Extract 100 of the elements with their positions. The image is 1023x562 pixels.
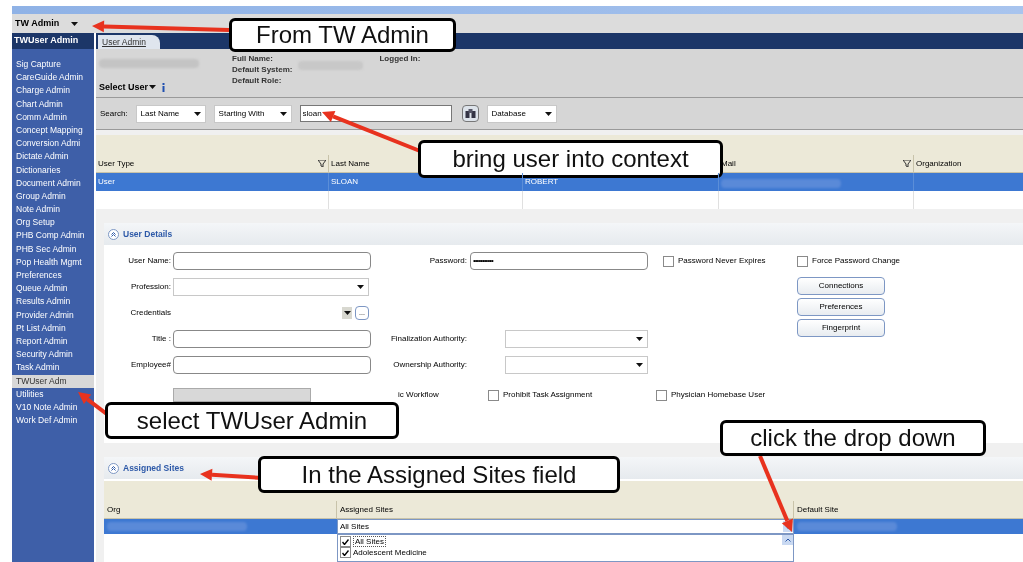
input-field[interactable] [173, 252, 371, 270]
sidebar-item[interactable]: Report Admin [12, 334, 94, 349]
caret-icon [544, 111, 552, 116]
sidebar-item[interactable]: CareGuide Admin [12, 71, 94, 85]
binoculars-icon [464, 109, 476, 118]
chevron-up-icon [784, 538, 791, 542]
checkbox-label: Password Never Expires [678, 255, 766, 267]
sidebar-item[interactable]: V10 Note Admin [12, 400, 94, 415]
sidebar-item[interactable]: Charge Admin [12, 84, 94, 98]
action-button[interactable]: Connections [797, 277, 885, 295]
sidebar-item[interactable]: Sig Capture [12, 58, 94, 72]
field-label: Password: [428, 255, 468, 267]
binoculars-button[interactable] [461, 105, 479, 122]
sidebar-item[interactable]: Dictate Admin [12, 150, 94, 164]
sidebar-item[interactable]: Utilities [12, 387, 94, 401]
callout-label: bring user into context [418, 140, 723, 178]
search-label: Search: [100, 107, 128, 120]
sidebar-item[interactable]: Work Def Admin [12, 414, 94, 428]
sidebar-item[interactable]: Pop Health Mgmt [12, 255, 94, 269]
checkbox-label: Force Password Change [812, 255, 901, 267]
caret-icon [636, 363, 643, 367]
checkbox[interactable] [663, 255, 674, 267]
column-header: Assigned Sites [340, 505, 393, 514]
sidebar-item[interactable]: Chart Admin [12, 97, 94, 111]
match-dropdown[interactable]: Starting With [213, 104, 292, 123]
sidebar-item[interactable]: Security Admin [12, 348, 94, 362]
checkbox[interactable] [488, 389, 499, 401]
action-button[interactable]: Preferences [797, 298, 885, 316]
admin-menu-button[interactable]: TW Admin [15, 16, 79, 31]
sidebar-item[interactable]: Task Admin [12, 361, 94, 375]
checkbox[interactable] [656, 389, 667, 401]
input-field[interactable] [173, 356, 371, 374]
column-header: User Type [98, 157, 135, 170]
checkbox[interactable] [340, 547, 351, 558]
field-label: Employee# [129, 359, 172, 371]
callout-label: In the Assigned Sites field [258, 456, 620, 493]
sidebar-item[interactable]: Concept Mapping [12, 123, 94, 138]
chevron-up-icon [111, 465, 116, 471]
column-header: Organization [916, 157, 962, 170]
callout-label: click the drop down [720, 420, 986, 456]
sidebar-item[interactable]: Provider Admin [12, 308, 94, 322]
info-icon [161, 82, 167, 92]
caret-icon [357, 285, 364, 289]
field-label: Finalization Authority: [389, 333, 468, 345]
caret-icon [279, 111, 287, 116]
sidebar-item[interactable]: Dictionaries [12, 163, 94, 177]
password-field[interactable]: ••••••••••• [470, 252, 648, 270]
sidebar-item[interactable]: Pt List Admin [12, 321, 94, 335]
callout-label: select TWUser Admin [105, 402, 399, 439]
sidebar-item[interactable]: TWUser Adm [12, 374, 94, 388]
dropdown-button[interactable] [342, 307, 352, 319]
field-label: Default Role: [232, 75, 283, 86]
search-field-dropdown[interactable]: Last Name [135, 104, 206, 123]
checkbox[interactable] [797, 255, 808, 267]
filter-icon [318, 160, 326, 167]
column-header: Default Site [797, 505, 839, 514]
sidebar-item[interactable]: PHB Sec Admin [12, 242, 94, 256]
field-label: Default System: [232, 64, 293, 75]
source-dropdown[interactable]: Database [486, 104, 557, 123]
sidebar-item[interactable]: Queue Admin [12, 282, 94, 296]
field-label: ic Workflow [398, 389, 440, 401]
field-label: Title : [150, 333, 172, 345]
sidebar-item[interactable]: Results Admin [12, 295, 94, 309]
field-label: Logged In: [379, 53, 421, 65]
field-label: Credentials [129, 307, 172, 319]
action-button[interactable]: Fingerprint [797, 319, 885, 337]
caret-icon [149, 85, 157, 90]
sidebar-item[interactable]: Preferences [12, 269, 94, 283]
field-label: Profession: [129, 281, 172, 293]
column-header: Last Name [331, 157, 370, 170]
sites-dropdown[interactable]: All Sites [337, 519, 794, 534]
sidebar-item[interactable]: Conversion Admi [12, 137, 94, 151]
sidebar-item[interactable]: Note Admin [12, 203, 94, 217]
collapse-button[interactable] [108, 228, 119, 240]
list-option[interactable]: Adolescent Medicine [338, 547, 782, 558]
sidebar-item[interactable]: PHB Comp Admin [12, 229, 94, 243]
caret-icon [71, 21, 79, 26]
select-user-button[interactable]: Select User [99, 80, 157, 94]
tab[interactable]: User Admin [98, 35, 160, 49]
checkbox-label: Physician Homebase User [671, 389, 766, 401]
checkbox[interactable] [340, 536, 351, 547]
sidebar-item[interactable]: Comm Admin [12, 110, 94, 124]
collapse-button[interactable] [108, 462, 119, 474]
sidebar-item[interactable]: Group Admin [12, 189, 94, 204]
column-header: Org [107, 505, 121, 514]
sidebar-item[interactable]: Org Setup [12, 216, 94, 230]
input-field[interactable] [173, 330, 371, 348]
caret-icon [343, 311, 351, 315]
list-option[interactable]: All Sites [338, 536, 782, 547]
field-label: Full Name: [232, 53, 274, 64]
table-row[interactable]: All Sites [104, 519, 1023, 534]
checkbox-label: Prohibit Task Assignment [503, 389, 593, 401]
scroll-up-button[interactable] [782, 535, 793, 545]
field-label: User Name: [127, 255, 172, 267]
sidebar-item[interactable]: Document Admin [12, 176, 94, 190]
caret-icon [193, 111, 201, 116]
section-title: User Details [123, 227, 173, 241]
callout-label: From TW Admin [229, 18, 456, 52]
search-field[interactable]: sloan [299, 105, 452, 122]
field-label: Ownership Authority: [392, 359, 468, 371]
